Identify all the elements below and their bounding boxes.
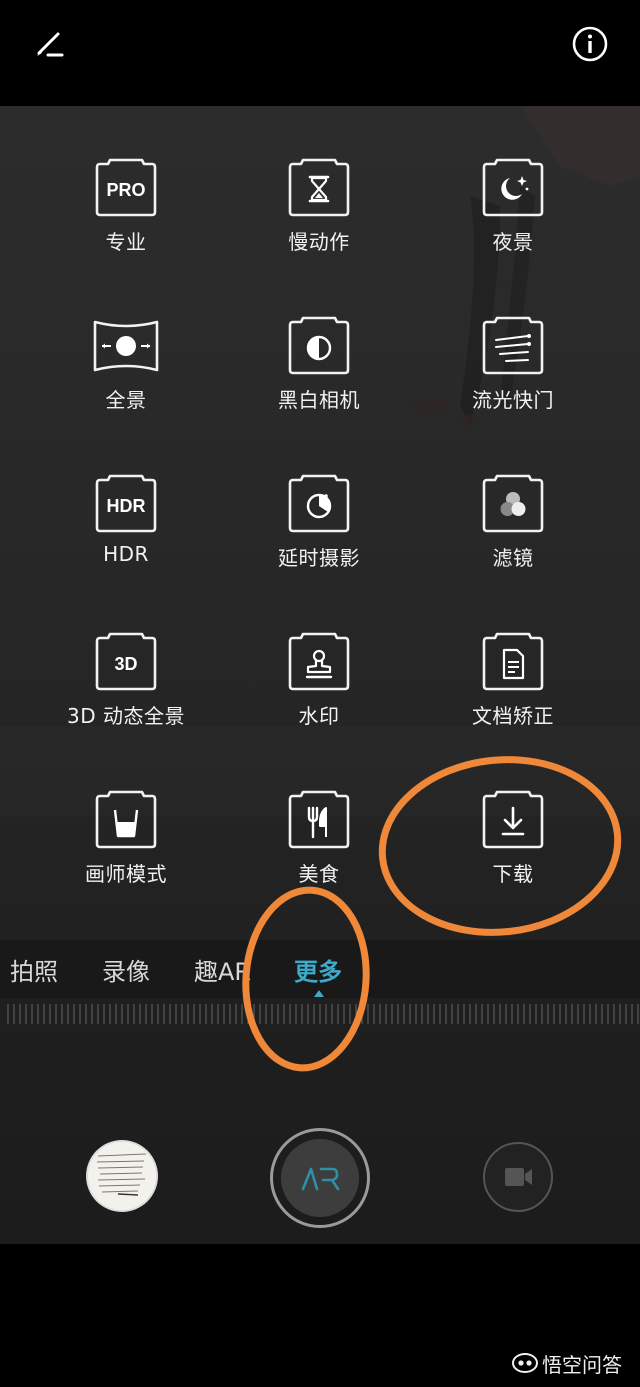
tab-photo[interactable]: 拍照 bbox=[10, 952, 58, 987]
mode-label: 3D 动态全景 bbox=[67, 704, 185, 728]
hdr-icon: HDR bbox=[95, 474, 157, 533]
svg-text:PRO: PRO bbox=[106, 180, 145, 200]
mode-label: 夜景 bbox=[492, 230, 534, 254]
mode-label: 流光快门 bbox=[472, 388, 554, 412]
mode-panorama[interactable]: 全景 bbox=[36, 316, 216, 456]
top-bar bbox=[0, 0, 640, 106]
hourglass-icon bbox=[288, 158, 350, 217]
mode-label: 下载 bbox=[492, 862, 534, 886]
mode-monochrome[interactable]: 黑白相机 bbox=[229, 316, 409, 456]
mode-timelapse[interactable]: 延时摄影 bbox=[229, 474, 409, 614]
fork-knife-icon bbox=[288, 790, 350, 849]
mode-label: 延时摄影 bbox=[278, 546, 360, 570]
mode-label: 文档矫正 bbox=[472, 704, 554, 728]
watermark: 悟空问答 bbox=[512, 1348, 622, 1378]
tab-more[interactable]: 更多 bbox=[294, 952, 342, 987]
mode-slow-motion[interactable]: 慢动作 bbox=[229, 158, 409, 298]
filter-icon bbox=[482, 474, 544, 533]
tab-video[interactable]: 录像 bbox=[102, 952, 150, 987]
mode-grid: PRO 专业 慢动作 夜景 全景 黑白相机 流光快门 HDR HDR 延时摄影 … bbox=[0, 106, 640, 1244]
mode-hdr[interactable]: HDR HDR bbox=[36, 474, 216, 614]
video-camera-icon[interactable] bbox=[483, 1142, 553, 1212]
document-icon bbox=[482, 632, 544, 691]
mode-download[interactable]: 下载 bbox=[423, 790, 603, 930]
mode-scroll-ruler[interactable] bbox=[0, 1002, 640, 1026]
shutter-inner bbox=[281, 1139, 359, 1217]
mode-filter[interactable]: 滤镜 bbox=[423, 474, 603, 614]
pro-icon: PRO bbox=[95, 158, 157, 217]
light-trail-icon bbox=[482, 316, 544, 375]
gallery-thumbnail[interactable] bbox=[88, 1142, 156, 1210]
svg-text:HDR: HDR bbox=[107, 496, 146, 516]
mode-label: 全景 bbox=[105, 388, 147, 412]
monochrome-icon bbox=[288, 316, 350, 375]
moon-icon bbox=[482, 158, 544, 217]
download-icon bbox=[482, 790, 544, 849]
stamp-icon bbox=[288, 632, 350, 691]
ar-logo-icon bbox=[301, 1167, 340, 1191]
mode-label: 水印 bbox=[298, 704, 340, 728]
timelapse-icon bbox=[288, 474, 350, 533]
mode-label: HDR bbox=[103, 542, 149, 566]
shutter-button[interactable] bbox=[270, 1128, 370, 1228]
panorama-icon bbox=[93, 320, 159, 372]
mode-label: 画师模式 bbox=[85, 862, 167, 886]
mode-pro[interactable]: PRO 专业 bbox=[36, 158, 216, 298]
info-icon[interactable] bbox=[570, 24, 610, 64]
mode-3d-panorama[interactable]: 3D 3D 动态全景 bbox=[36, 632, 216, 772]
mode-night[interactable]: 夜景 bbox=[423, 158, 603, 298]
mode-light-trail[interactable]: 流光快门 bbox=[423, 316, 603, 456]
pencil-icon[interactable] bbox=[30, 26, 70, 62]
3d-icon: 3D bbox=[95, 632, 157, 691]
mode-document[interactable]: 文档矫正 bbox=[423, 632, 603, 772]
mode-label: 慢动作 bbox=[288, 230, 350, 254]
paint-cup-icon bbox=[95, 790, 157, 849]
svg-text:3D: 3D bbox=[114, 654, 137, 674]
mode-label: 专业 bbox=[105, 230, 147, 254]
tab-ar[interactable]: 趣AR bbox=[194, 952, 251, 987]
mode-painter[interactable]: 画师模式 bbox=[36, 790, 216, 930]
mode-label: 滤镜 bbox=[492, 546, 534, 570]
mode-label: 黑白相机 bbox=[278, 388, 360, 412]
watermark-text: 悟空问答 bbox=[542, 1352, 622, 1377]
active-tab-indicator bbox=[314, 990, 324, 997]
mode-watermark[interactable]: 水印 bbox=[229, 632, 409, 772]
mode-label: 美食 bbox=[298, 862, 340, 886]
wukong-logo-icon bbox=[512, 1353, 538, 1373]
viewfinder: PRO 专业 慢动作 夜景 全景 黑白相机 流光快门 HDR HDR 延时摄影 … bbox=[0, 106, 640, 1244]
mode-food[interactable]: 美食 bbox=[229, 790, 409, 930]
